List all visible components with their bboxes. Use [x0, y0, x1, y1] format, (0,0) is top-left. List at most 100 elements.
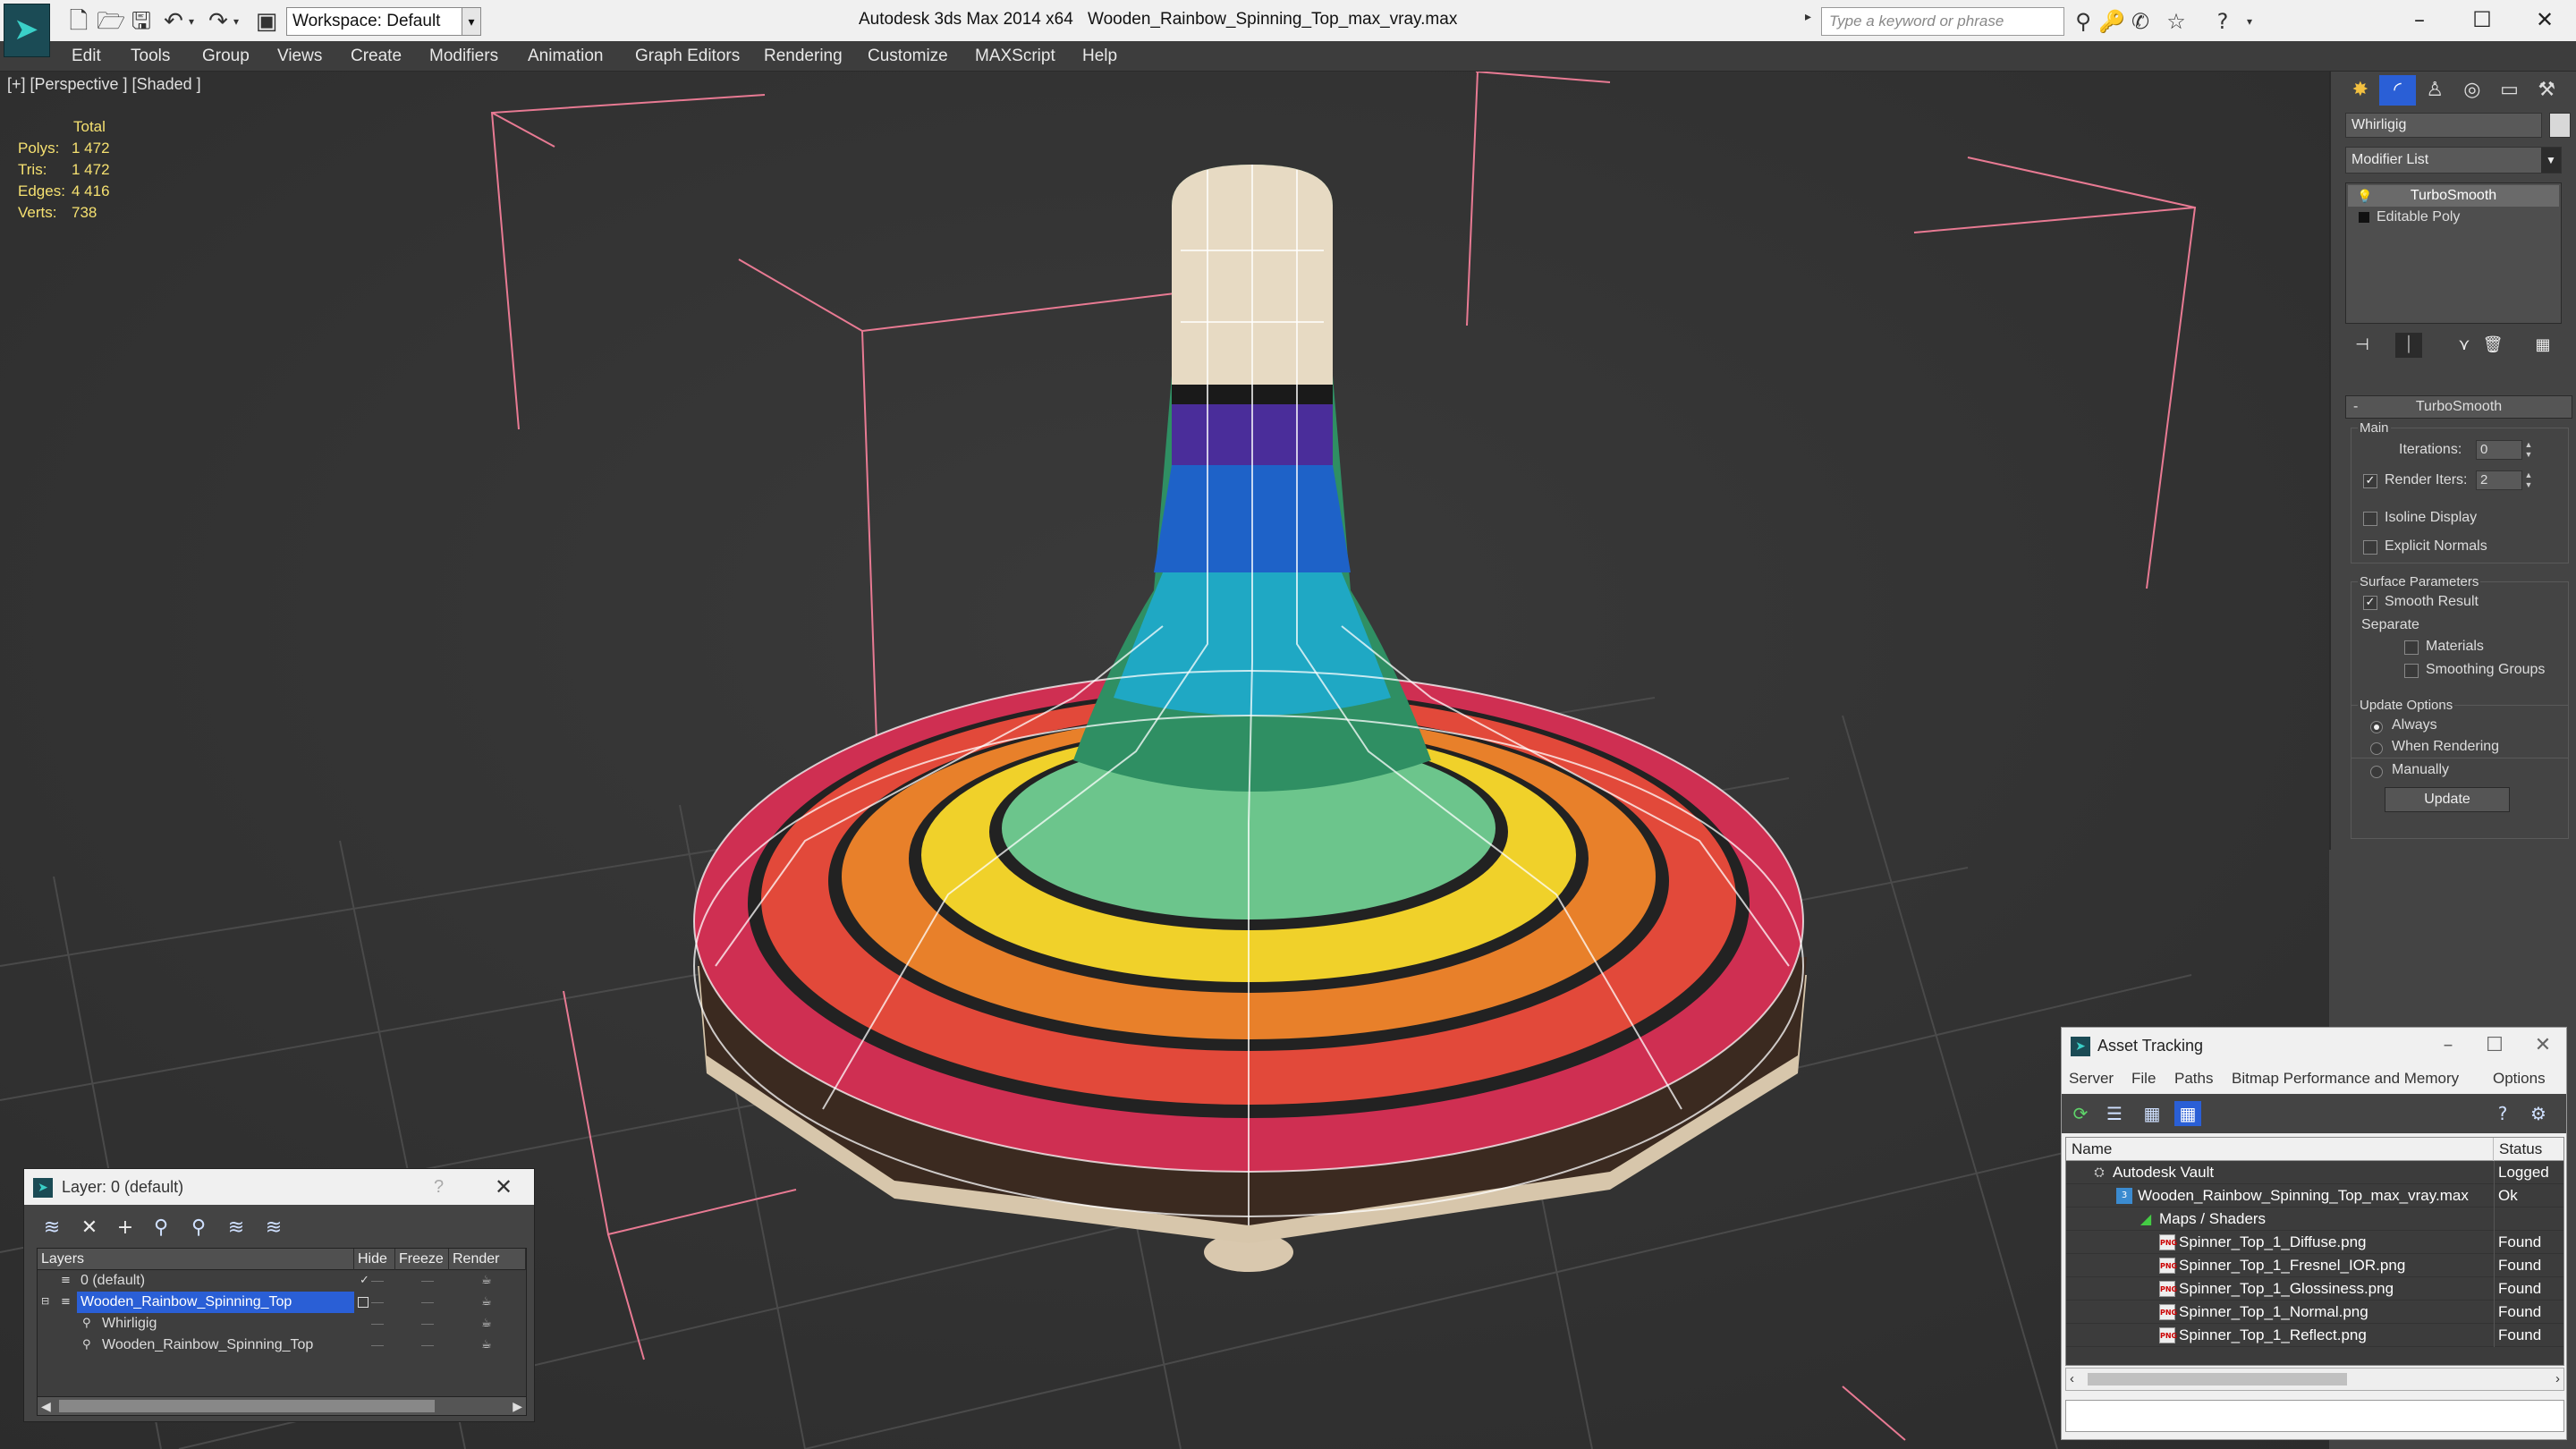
render-teapot-icon[interactable]: ☕: [481, 1295, 494, 1309]
iterations-spinner-arrows[interactable]: ▲ ▼: [2522, 440, 2535, 460]
when-rendering-radio[interactable]: [2370, 742, 2383, 755]
column-freeze[interactable]: Freeze: [395, 1249, 449, 1270]
object-color-swatch[interactable]: [2549, 113, 2571, 138]
configure-sets-icon[interactable]: ▦: [2529, 333, 2556, 358]
binoculars-icon[interactable]: ⚲: [2070, 7, 2097, 36]
asset-row[interactable]: PNG Spinner_Top_1_Reflect.png Found: [2066, 1324, 2563, 1347]
delete-layer-icon[interactable]: ✕: [74, 1214, 105, 1242]
menu-paths[interactable]: Paths: [2174, 1067, 2213, 1090]
scroll-thumb[interactable]: [2088, 1373, 2347, 1385]
menu-customize[interactable]: Customize: [868, 41, 948, 72]
stack-item-editable-poly[interactable]: Editable Poly: [2348, 207, 2559, 228]
collapse-icon[interactable]: ⊟: [41, 1295, 54, 1309]
menu-file[interactable]: File: [2131, 1067, 2156, 1090]
table-view-icon[interactable]: ▦: [2174, 1101, 2201, 1126]
layer-row[interactable]: ≡ 0 (default) ✓ — — ☕: [38, 1270, 526, 1292]
minimize-window-icon[interactable]: –: [2388, 2, 2451, 38]
scroll-right-icon[interactable]: ▶: [513, 1397, 522, 1415]
freeze-toggle[interactable]: —: [419, 1270, 436, 1292]
asset-row[interactable]: ⛭ Autodesk Vault Logged: [2066, 1161, 2563, 1184]
stack-item-turbosmooth[interactable]: 💡 TurboSmooth: [2348, 185, 2559, 207]
menu-group[interactable]: Group: [202, 41, 250, 72]
search-input[interactable]: Type a keyword or phrase: [1821, 7, 2064, 36]
redo-dropdown-icon[interactable]: ▾: [229, 7, 243, 36]
favorites-star-icon[interactable]: ☆: [2163, 7, 2190, 36]
smooth-result-checkbox[interactable]: ✓: [2363, 596, 2377, 610]
asset-tracking-title-bar[interactable]: ➤ Asset Tracking – ☐ ✕: [2062, 1028, 2566, 1063]
project-folder-icon[interactable]: ▣: [252, 7, 281, 36]
help-icon[interactable]: ?: [2489, 1101, 2516, 1126]
render-teapot-icon[interactable]: ☕: [481, 1274, 494, 1288]
turbosmooth-rollout-header[interactable]: - TurboSmooth: [2345, 395, 2572, 419]
create-tab-icon[interactable]: ✸: [2342, 75, 2379, 106]
highlight-layer-icon[interactable]: ⚲: [183, 1214, 214, 1242]
render-iters-spinner[interactable]: 2: [2476, 470, 2522, 490]
update-button[interactable]: Update: [2385, 787, 2510, 812]
menu-options[interactable]: Options: [2493, 1067, 2546, 1090]
render-teapot-icon[interactable]: ☕: [481, 1338, 494, 1352]
scroll-thumb[interactable]: [59, 1400, 435, 1412]
scroll-left-icon[interactable]: ‹: [2070, 1368, 2074, 1390]
thumbnail-view-icon[interactable]: ▦: [2139, 1101, 2165, 1126]
make-unique-icon[interactable]: ⋎: [2451, 333, 2478, 358]
menu-server[interactable]: Server: [2069, 1067, 2114, 1090]
menu-views[interactable]: Views: [277, 41, 322, 72]
asset-row[interactable]: PNG Spinner_Top_1_Fresnel_IOR.png Found: [2066, 1254, 2563, 1277]
asset-row[interactable]: PNG Spinner_Top_1_Diffuse.png Found: [2066, 1231, 2563, 1254]
motion-tab-icon[interactable]: ◎: [2453, 75, 2491, 106]
render-teapot-icon[interactable]: ☕: [481, 1317, 494, 1331]
asset-row[interactable]: PNG Spinner_Top_1_Glossiness.png Found: [2066, 1277, 2563, 1301]
hide-toggle[interactable]: —: [369, 1292, 386, 1313]
open-file-icon[interactable]: 🗁: [97, 7, 125, 36]
hide-all-layers-icon[interactable]: ≋: [221, 1214, 251, 1242]
modifier-list-dropdown[interactable]: Modifier List ▼: [2345, 147, 2562, 174]
list-view-icon[interactable]: ☰: [2101, 1101, 2128, 1126]
explicit-normals-checkbox[interactable]: [2363, 540, 2377, 555]
asset-row[interactable]: PNG Spinner_Top_1_Normal.png Found: [2066, 1301, 2563, 1324]
remove-modifier-icon[interactable]: 🗑: [2479, 333, 2506, 358]
asset-list-scrollbar[interactable]: ‹ ›: [2065, 1368, 2564, 1391]
close-icon[interactable]: ✕: [2525, 1028, 2561, 1063]
app-menu-button[interactable]: ➤: [4, 4, 50, 57]
layer-row[interactable]: ⚲ Wooden_Rainbow_Spinning_Top — — ☕: [38, 1335, 526, 1356]
render-iters-checkbox[interactable]: ✓: [2363, 474, 2377, 488]
refresh-icon[interactable]: ⟳: [2067, 1101, 2094, 1126]
menu-create[interactable]: Create: [351, 41, 402, 72]
expand-icon[interactable]: [2359, 212, 2369, 223]
menu-tools[interactable]: Tools: [131, 41, 170, 72]
subscription-icon[interactable]: 🔑: [2098, 7, 2125, 36]
freeze-toggle[interactable]: —: [419, 1335, 436, 1356]
display-tab-icon[interactable]: ▭: [2491, 75, 2529, 106]
pin-stack-icon[interactable]: ⊣: [2349, 333, 2376, 358]
smoothing-groups-checkbox[interactable]: [2404, 664, 2419, 678]
help-icon[interactable]: ?: [434, 1169, 444, 1205]
menu-modifiers[interactable]: Modifiers: [429, 41, 498, 72]
lightbulb-icon[interactable]: 💡: [2357, 185, 2372, 207]
freeze-toggle[interactable]: —: [419, 1292, 436, 1313]
freeze-toggle[interactable]: —: [419, 1313, 436, 1335]
column-hide[interactable]: Hide: [354, 1249, 395, 1270]
scroll-left-icon[interactable]: ◀: [41, 1397, 51, 1415]
hide-toggle[interactable]: —: [369, 1313, 386, 1335]
maximize-window-icon[interactable]: ☐: [2451, 2, 2513, 38]
menu-maxscript[interactable]: MAXScript: [975, 41, 1055, 72]
menu-rendering[interactable]: Rendering: [764, 41, 843, 72]
iterations-spinner[interactable]: 0: [2476, 440, 2522, 460]
column-name[interactable]: Name: [2066, 1138, 2494, 1161]
undo-dropdown-icon[interactable]: ▾: [184, 7, 199, 36]
utilities-tab-icon[interactable]: ⚒: [2528, 75, 2565, 106]
menu-bitmap-performance[interactable]: Bitmap Performance and Memory: [2232, 1067, 2459, 1090]
layer-row[interactable]: ⊟ ≡ Wooden_Rainbow_Spinning_Top — — ☕: [38, 1292, 526, 1313]
materials-checkbox[interactable]: [2404, 640, 2419, 655]
menu-graph-editors[interactable]: Graph Editors: [635, 41, 740, 72]
help-icon[interactable]: ?: [2209, 7, 2236, 36]
asset-row[interactable]: ◢ Maps / Shaders: [2066, 1208, 2563, 1231]
column-layers[interactable]: Layers: [38, 1249, 354, 1270]
current-layer-box[interactable]: [358, 1297, 369, 1308]
asset-row[interactable]: 3 Wooden_Rainbow_Spinning_Top_max_vray.m…: [2066, 1184, 2563, 1208]
close-window-icon[interactable]: ✕: [2513, 2, 2576, 38]
scroll-right-icon[interactable]: ›: [2555, 1368, 2560, 1390]
select-objects-icon[interactable]: ⚲: [146, 1214, 176, 1242]
help-dropdown-icon[interactable]: ▾: [2236, 7, 2263, 36]
minimize-icon[interactable]: –: [2430, 1028, 2466, 1063]
